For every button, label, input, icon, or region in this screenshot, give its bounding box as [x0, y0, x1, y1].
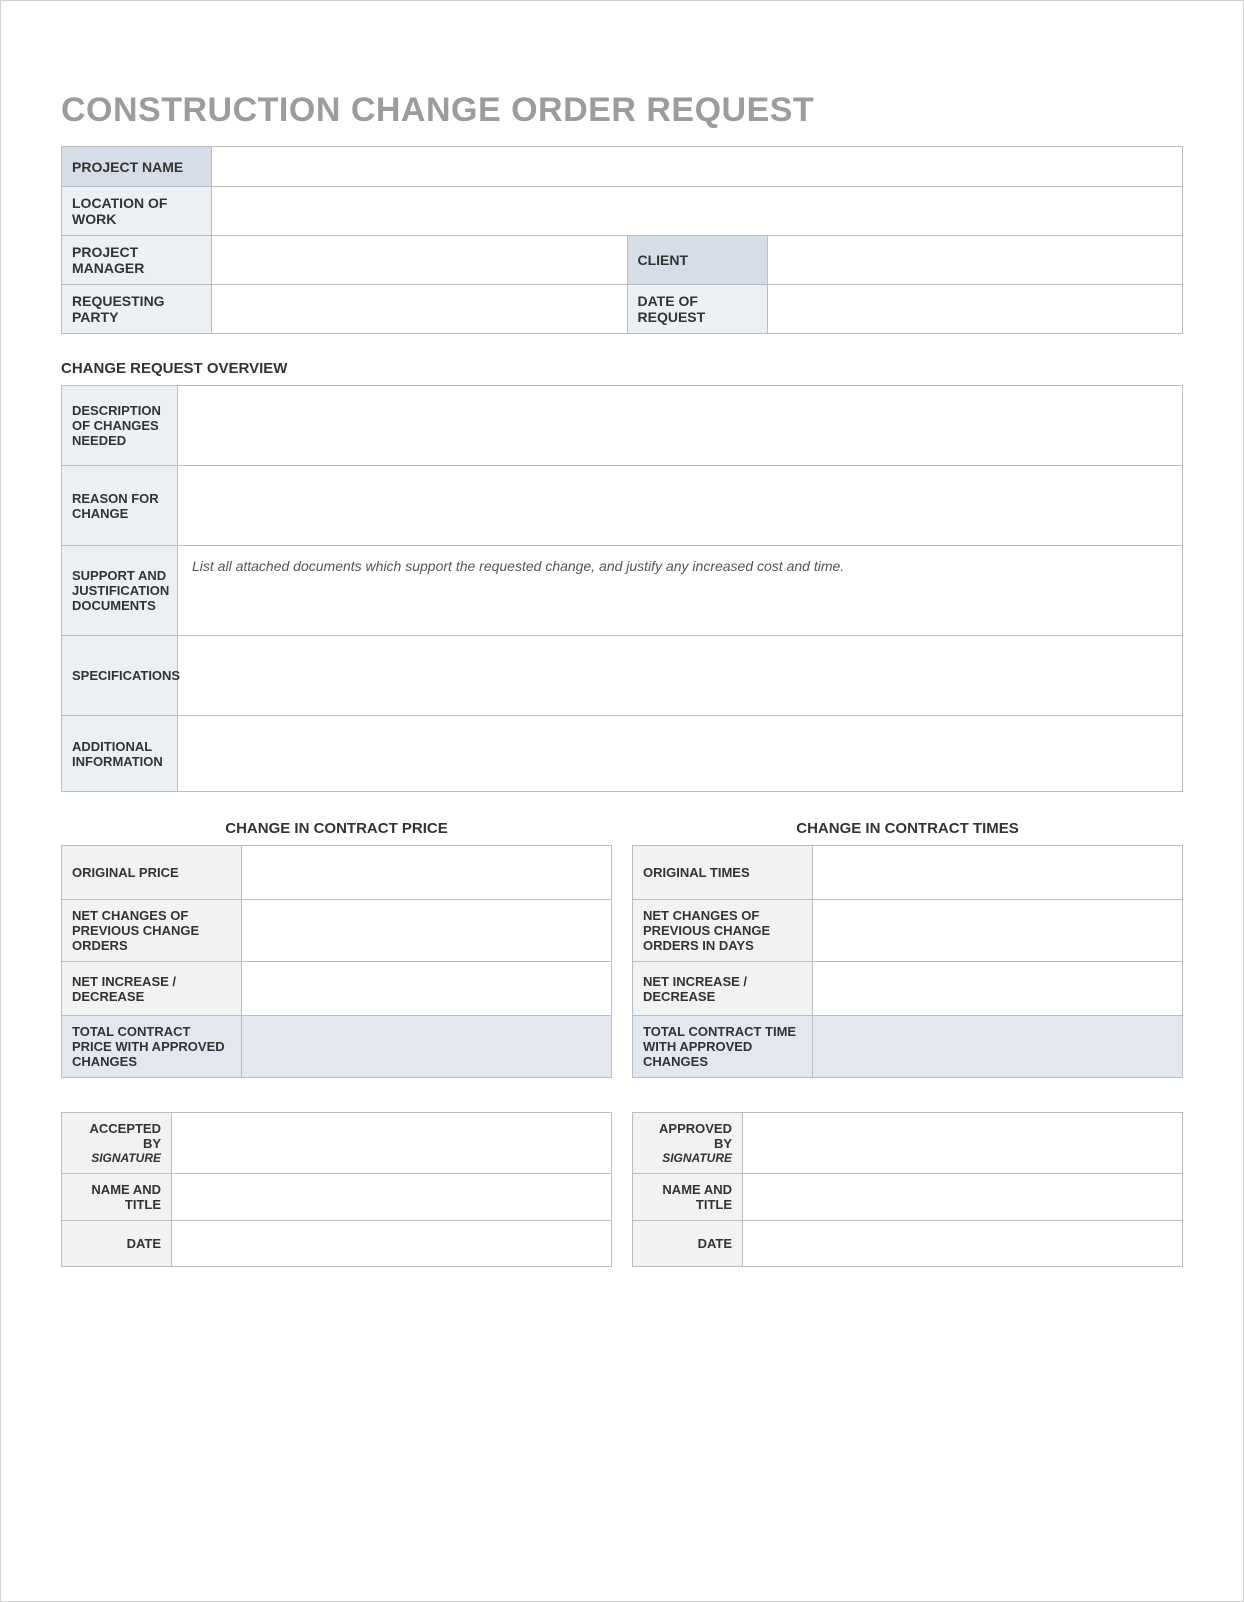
overview-row-label: REASON FOR CHANGE: [62, 466, 178, 546]
times-column: CHANGE IN CONTRACT TIMES ORIGINAL TIMES …: [632, 820, 1183, 1078]
overview-row-value[interactable]: [178, 466, 1183, 546]
price-row-label: NET CHANGES OF PREVIOUS CHANGE ORDERS: [62, 900, 242, 962]
times-row-value[interactable]: [813, 900, 1183, 962]
times-row-label: NET CHANGES OF PREVIOUS CHANGE ORDERS IN…: [633, 900, 813, 962]
project-name-value[interactable]: [212, 147, 1183, 187]
overview-row-label: ADDITIONAL INFORMATION: [62, 716, 178, 792]
overview-row-value[interactable]: [178, 716, 1183, 792]
date-of-request-label: DATE OF REQUEST: [627, 285, 767, 334]
approved-date-value[interactable]: [743, 1221, 1183, 1267]
approved-table: APPROVED BY SIGNATURE NAME AND TITLE DAT…: [632, 1112, 1183, 1267]
document-page: CONSTRUCTION CHANGE ORDER REQUEST PROJEC…: [0, 0, 1244, 1602]
location-of-work-value[interactable]: [212, 187, 1183, 236]
accepted-table: ACCEPTED BY SIGNATURE NAME AND TITLE DAT…: [61, 1112, 612, 1267]
times-row-value[interactable]: [813, 1016, 1183, 1078]
accepted-signature-value[interactable]: [172, 1113, 612, 1174]
accepted-date-value[interactable]: [172, 1221, 612, 1267]
approved-signature-value[interactable]: [743, 1113, 1183, 1174]
times-row-label: TOTAL CONTRACT TIME WITH APPROVED CHANGE…: [633, 1016, 813, 1078]
project-info-table: PROJECT NAME LOCATION OF WORK PROJECT MA…: [61, 146, 1183, 334]
overview-row-value[interactable]: [178, 636, 1183, 716]
overview-row-value[interactable]: List all attached documents which suppor…: [178, 546, 1183, 636]
price-row-value[interactable]: [242, 846, 612, 900]
approved-date-label: DATE: [633, 1221, 743, 1267]
approved-name-title-value[interactable]: [743, 1174, 1183, 1221]
overview-row-value[interactable]: [178, 386, 1183, 466]
price-row-value[interactable]: [242, 900, 612, 962]
price-row-label: NET INCREASE / DECREASE: [62, 962, 242, 1016]
page-title: CONSTRUCTION CHANGE ORDER REQUEST: [61, 91, 1183, 130]
project-name-label: PROJECT NAME: [62, 147, 212, 187]
overview-table: DESCRIPTION OF CHANGES NEEDED REASON FOR…: [61, 385, 1183, 792]
project-manager-value[interactable]: [212, 236, 628, 285]
accepted-name-title-label: NAME AND TITLE: [62, 1174, 172, 1221]
overview-row-label: DESCRIPTION OF CHANGES NEEDED: [62, 386, 178, 466]
approved-by-text: APPROVED BY: [659, 1121, 732, 1151]
times-row-label: ORIGINAL TIMES: [633, 846, 813, 900]
accepted-date-label: DATE: [62, 1221, 172, 1267]
requesting-party-value[interactable]: [212, 285, 628, 334]
times-row-label: NET INCREASE / DECREASE: [633, 962, 813, 1016]
accepted-column: ACCEPTED BY SIGNATURE NAME AND TITLE DAT…: [61, 1112, 612, 1267]
approved-name-title-label: NAME AND TITLE: [633, 1174, 743, 1221]
accepted-signature-sub: SIGNATURE: [72, 1151, 161, 1165]
price-times-section: CHANGE IN CONTRACT PRICE ORIGINAL PRICE …: [61, 820, 1183, 1078]
requesting-party-label: REQUESTING PARTY: [62, 285, 212, 334]
accepted-name-title-value[interactable]: [172, 1174, 612, 1221]
price-row-label: ORIGINAL PRICE: [62, 846, 242, 900]
price-row-label: TOTAL CONTRACT PRICE WITH APPROVED CHANG…: [62, 1016, 242, 1078]
location-of-work-label: LOCATION OF WORK: [62, 187, 212, 236]
overview-heading: CHANGE REQUEST OVERVIEW: [61, 360, 1183, 377]
approved-by-label: APPROVED BY SIGNATURE: [633, 1113, 743, 1174]
accepted-by-text: ACCEPTED BY: [89, 1121, 161, 1151]
overview-row-label: SPECIFICATIONS: [62, 636, 178, 716]
date-of-request-value[interactable]: [767, 285, 1183, 334]
times-heading: CHANGE IN CONTRACT TIMES: [632, 820, 1183, 837]
price-row-value[interactable]: [242, 962, 612, 1016]
price-column: CHANGE IN CONTRACT PRICE ORIGINAL PRICE …: [61, 820, 612, 1078]
times-table: ORIGINAL TIMES NET CHANGES OF PREVIOUS C…: [632, 845, 1183, 1078]
accepted-by-label: ACCEPTED BY SIGNATURE: [62, 1113, 172, 1174]
approved-column: APPROVED BY SIGNATURE NAME AND TITLE DAT…: [632, 1112, 1183, 1267]
price-row-value[interactable]: [242, 1016, 612, 1078]
times-row-value[interactable]: [813, 962, 1183, 1016]
price-heading: CHANGE IN CONTRACT PRICE: [61, 820, 612, 837]
client-value[interactable]: [767, 236, 1183, 285]
signature-section: ACCEPTED BY SIGNATURE NAME AND TITLE DAT…: [61, 1112, 1183, 1267]
project-manager-label: PROJECT MANAGER: [62, 236, 212, 285]
approved-signature-sub: SIGNATURE: [643, 1151, 732, 1165]
times-row-value[interactable]: [813, 846, 1183, 900]
client-label: CLIENT: [627, 236, 767, 285]
overview-row-label: SUPPORT AND JUSTIFICATION DOCUMENTS: [62, 546, 178, 636]
price-table: ORIGINAL PRICE NET CHANGES OF PREVIOUS C…: [61, 845, 612, 1078]
